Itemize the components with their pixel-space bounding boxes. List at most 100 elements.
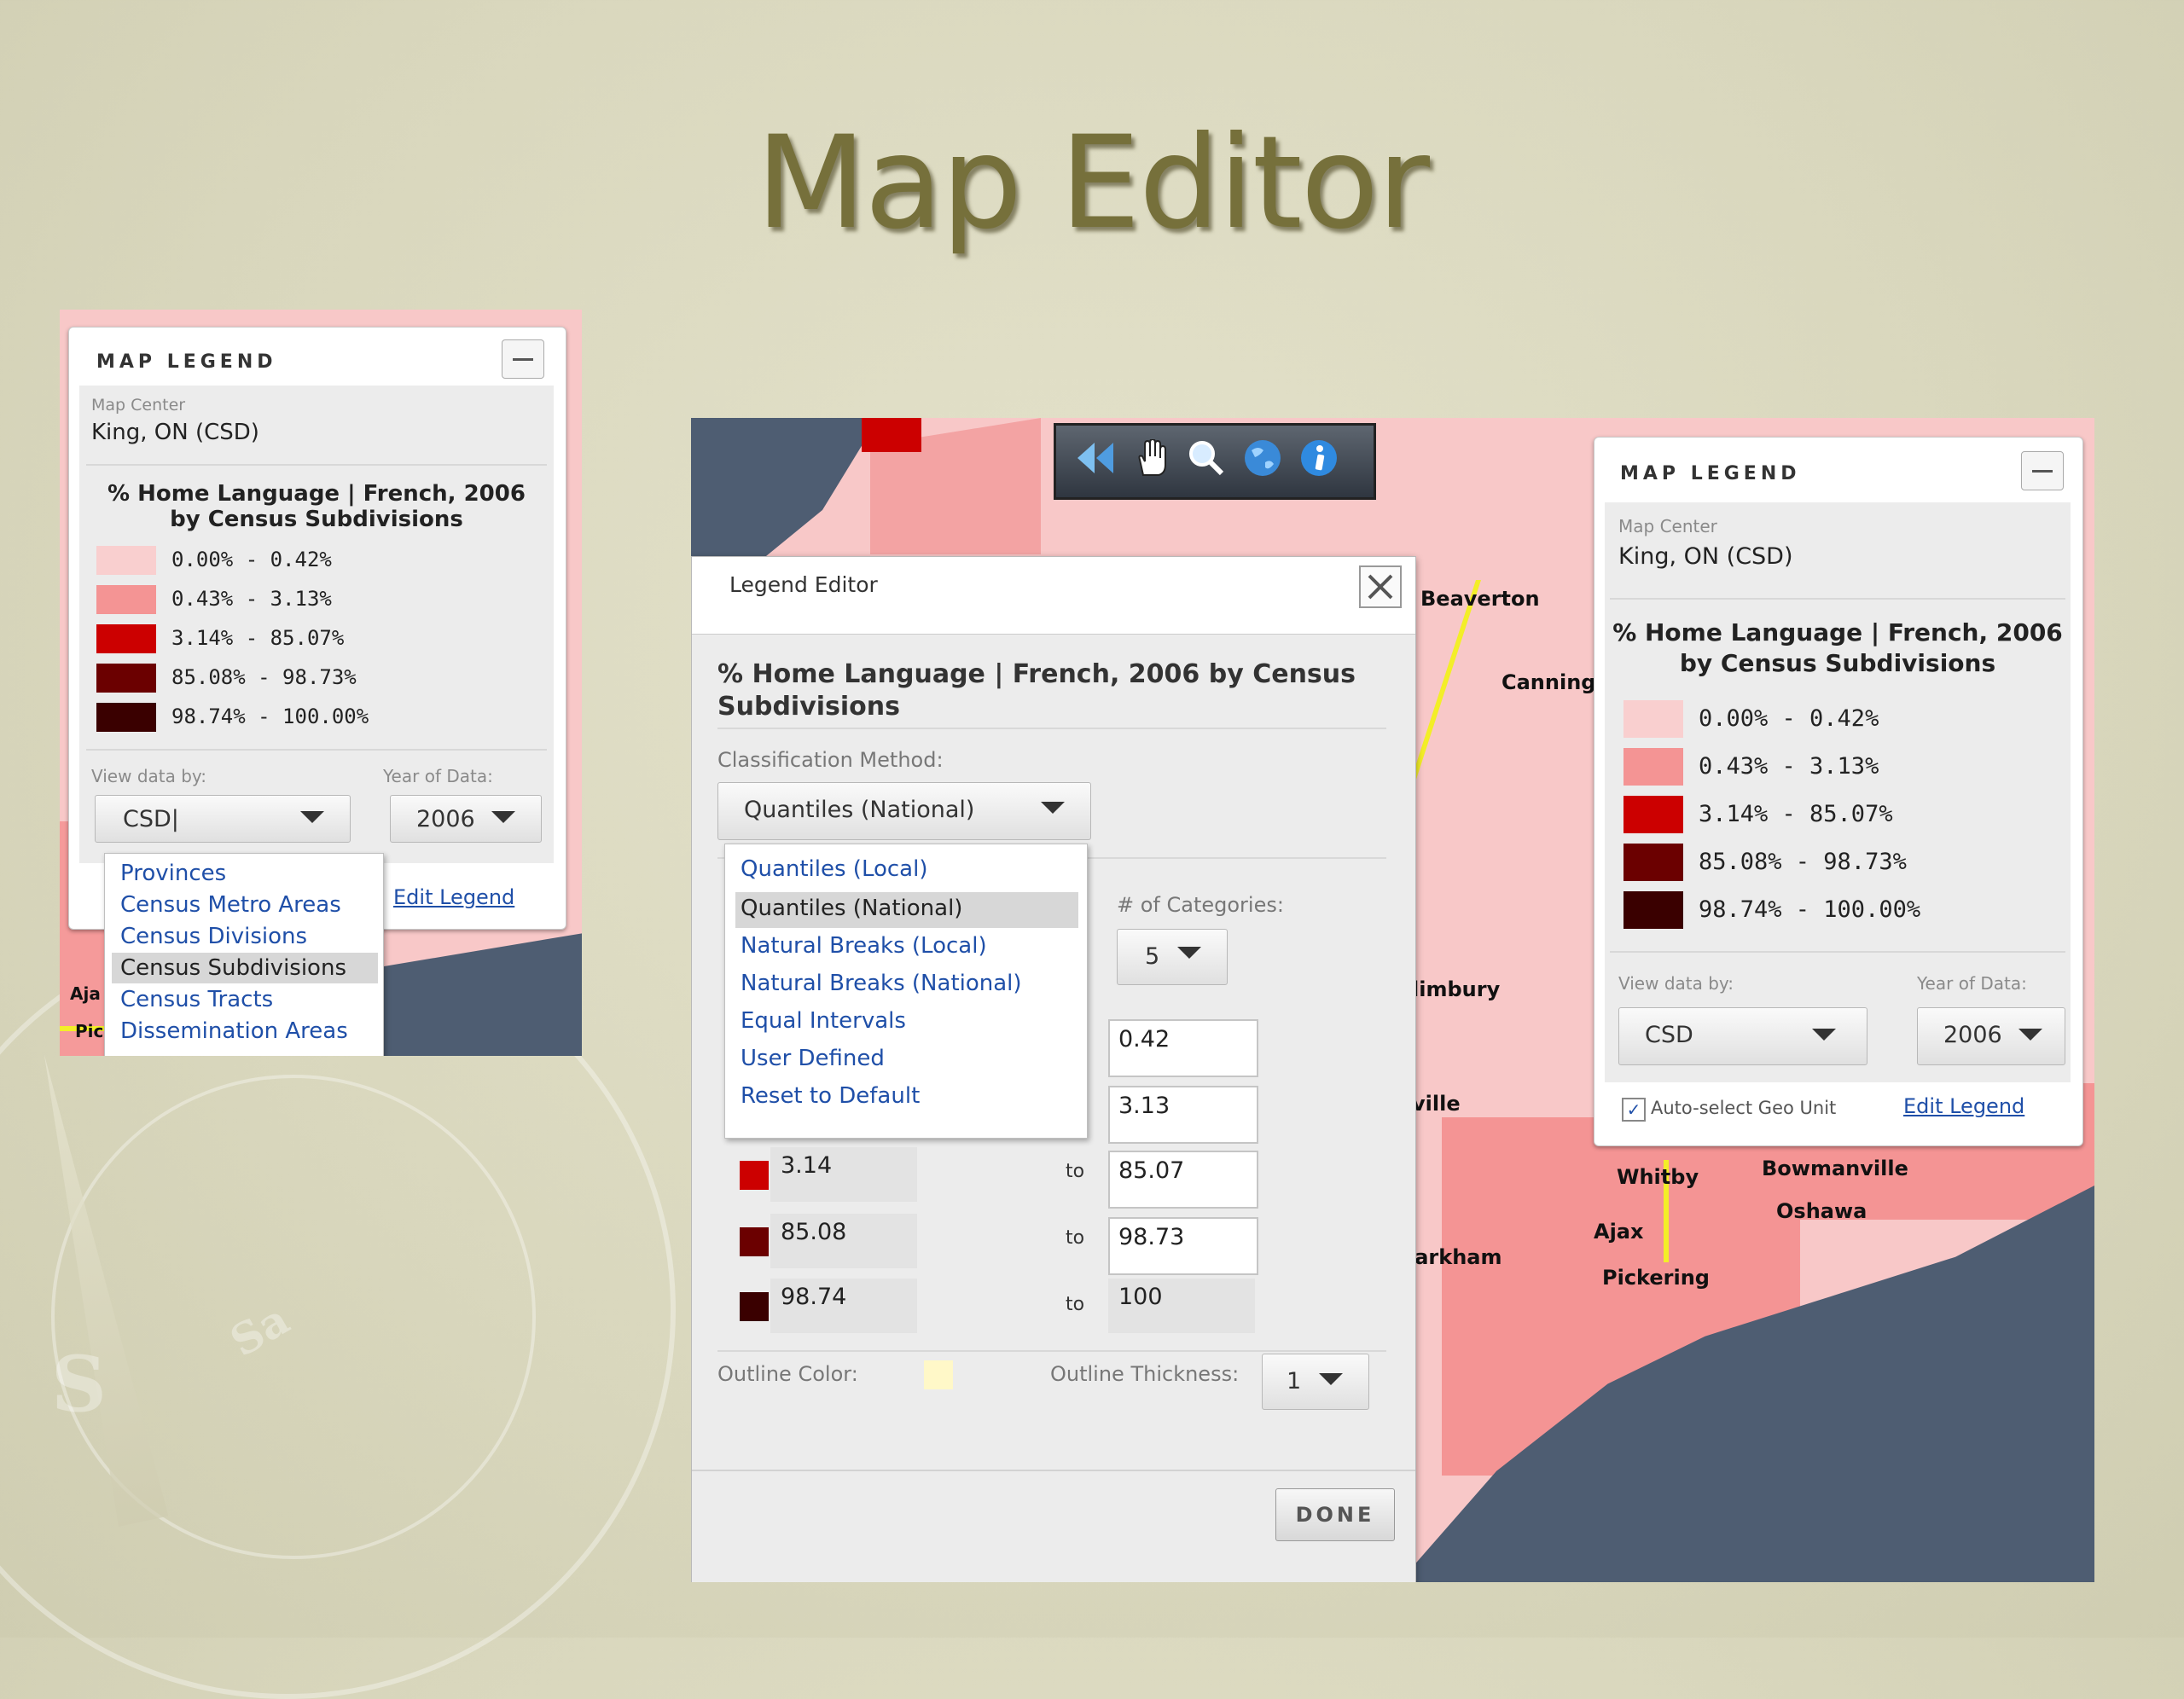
color-swatch bbox=[1623, 891, 1683, 929]
range-from-field: 3.14 bbox=[770, 1147, 917, 1202]
outline-thickness-label: Outline Thickness: bbox=[1050, 1362, 1240, 1386]
chevron-down-icon bbox=[1041, 802, 1065, 814]
outline-color-swatch[interactable] bbox=[924, 1360, 953, 1389]
main-map[interactable]: Beaverton Canningt limbury ville Whitby … bbox=[691, 418, 2094, 1582]
map-center-value: King, ON (CSD) bbox=[91, 420, 259, 445]
range-to-value: 100 bbox=[1118, 1284, 1163, 1310]
method-option[interactable]: Quantiles (Local) bbox=[741, 856, 927, 882]
categories-value: 5 bbox=[1145, 943, 1160, 970]
editor-heading-line2: Subdivisions bbox=[717, 692, 900, 722]
dropdown-option-census-tracts[interactable]: Census Tracts bbox=[120, 987, 273, 1012]
map-place-label: Whitby bbox=[1617, 1165, 1699, 1189]
color-swatch bbox=[96, 664, 156, 693]
year-select[interactable]: 2006 bbox=[390, 795, 542, 843]
view-data-value: CSD| bbox=[123, 806, 179, 832]
slide-title: Map Editor bbox=[755, 109, 1430, 258]
categories-select[interactable]: 5 bbox=[1117, 929, 1228, 985]
outline-thickness-value: 1 bbox=[1287, 1368, 1302, 1395]
lake-water bbox=[691, 418, 879, 571]
outline-thickness-select[interactable]: 1 bbox=[1262, 1354, 1369, 1410]
map-place-label: Aja bbox=[70, 983, 101, 1004]
map-legend-panel: MAP LEGEND Map Center King, ON (CSD) % H… bbox=[1594, 437, 2083, 1146]
classification-value: Quantiles (National) bbox=[744, 797, 975, 823]
color-swatch bbox=[96, 546, 156, 575]
range-to-input[interactable]: 0.42 bbox=[1108, 1019, 1258, 1077]
year-select[interactable]: 2006 bbox=[1917, 1007, 2065, 1065]
minimize-button[interactable] bbox=[502, 339, 544, 379]
classification-select[interactable]: Quantiles (National) bbox=[717, 782, 1091, 840]
class-color-swatch[interactable] bbox=[740, 1292, 769, 1321]
color-swatch bbox=[96, 703, 156, 732]
to-label: to bbox=[1066, 1161, 1085, 1182]
dropdown-option-provinces[interactable]: Provinces bbox=[120, 861, 226, 886]
range-to-input[interactable]: 85.07 bbox=[1108, 1151, 1258, 1209]
dropdown-option-census-subdivisions[interactable]: Census Subdivisions bbox=[120, 955, 346, 981]
map-legend-panel: MAP LEGEND Map Center King, ON (CSD) % H… bbox=[68, 327, 566, 930]
map-place-label: Oshawa bbox=[1776, 1199, 1867, 1223]
range-label: 98.74% - 100.00% bbox=[171, 705, 369, 728]
method-option[interactable]: Natural Breaks (Local) bbox=[741, 933, 987, 959]
range-from-field: 85.08 bbox=[770, 1214, 917, 1268]
divider bbox=[1610, 598, 2065, 600]
left-map[interactable]: Aja Pic MAP LEGEND Map Center King, ON (… bbox=[60, 310, 582, 1056]
method-option[interactable]: User Defined bbox=[741, 1046, 885, 1071]
legend-body: Map Center King, ON (CSD) % Home Languag… bbox=[1605, 502, 2071, 1082]
divider bbox=[717, 728, 1386, 729]
method-option[interactable]: Reset to Default bbox=[741, 1083, 920, 1109]
legend-header: MAP LEGEND bbox=[1620, 463, 1801, 484]
range-to-input[interactable]: 98.73 bbox=[1108, 1217, 1258, 1275]
range-label: 85.08% - 98.73% bbox=[1699, 849, 1907, 875]
view-data-dropdown: Provinces Census Metro Areas Census Divi… bbox=[104, 853, 384, 1056]
rewind-icon[interactable] bbox=[1075, 438, 1116, 478]
close-button[interactable] bbox=[1359, 565, 1402, 608]
color-swatch bbox=[1623, 700, 1683, 738]
view-data-label: View data by: bbox=[91, 766, 207, 786]
chevron-down-icon bbox=[2018, 1029, 2042, 1041]
map-center-label: Map Center bbox=[1618, 516, 1717, 536]
dropdown-option-dissemination-areas[interactable]: Dissemination Areas bbox=[120, 1018, 348, 1044]
year-value: 2006 bbox=[1943, 1022, 2002, 1048]
range-to-value: 3.13 bbox=[1118, 1093, 1170, 1119]
view-data-select[interactable]: CSD| bbox=[95, 795, 351, 843]
legend-title-line2: by Census Subdivisions bbox=[1679, 649, 1996, 677]
class-color-swatch[interactable] bbox=[740, 1161, 769, 1190]
map-center-label: Map Center bbox=[91, 396, 186, 415]
view-data-select[interactable]: CSD bbox=[1618, 1007, 1867, 1065]
method-option[interactable]: Equal Intervals bbox=[741, 1008, 906, 1034]
legend-title-line1: % Home Language | French, 2006 bbox=[107, 481, 526, 507]
zoom-icon[interactable] bbox=[1186, 438, 1227, 478]
color-swatch bbox=[96, 585, 156, 614]
range-label: 3.14% - 85.07% bbox=[171, 626, 345, 650]
year-value: 2006 bbox=[416, 806, 475, 832]
class-color-swatch[interactable] bbox=[740, 1227, 769, 1256]
compass-letter-s: S bbox=[51, 1339, 107, 1429]
categories-label: # of Categories: bbox=[1117, 893, 1284, 917]
minus-icon bbox=[513, 358, 533, 361]
dropdown-option-census-divisions[interactable]: Census Divisions bbox=[120, 924, 307, 949]
range-from-value: 85.08 bbox=[781, 1219, 847, 1245]
hand-pan-icon[interactable] bbox=[1131, 438, 1172, 478]
map-center-value: King, ON (CSD) bbox=[1618, 543, 1793, 570]
chevron-down-icon bbox=[1319, 1373, 1343, 1385]
range-to-input[interactable]: 3.13 bbox=[1108, 1086, 1258, 1144]
classification-dropdown: Quantiles (Local) Quantiles (National) N… bbox=[724, 844, 1088, 1139]
close-icon bbox=[1368, 574, 1393, 600]
range-to-value: 85.07 bbox=[1118, 1157, 1185, 1184]
map-place-label: ville bbox=[1412, 1092, 1461, 1116]
map-place-label: Beaverton bbox=[1420, 587, 1540, 611]
color-swatch bbox=[1623, 796, 1683, 833]
minimize-button[interactable] bbox=[2021, 451, 2064, 490]
map-place-label: Pic bbox=[75, 1021, 104, 1041]
dropdown-option-census-metro-areas[interactable]: Census Metro Areas bbox=[120, 892, 341, 918]
edit-legend-link[interactable]: Edit Legend bbox=[1903, 1094, 2024, 1118]
done-button[interactable]: DONE bbox=[1275, 1488, 1395, 1541]
info-icon[interactable] bbox=[1298, 438, 1339, 478]
method-option[interactable]: Natural Breaks (National) bbox=[741, 971, 1022, 996]
edit-legend-link[interactable]: Edit Legend bbox=[393, 885, 514, 909]
chevron-down-icon bbox=[1812, 1029, 1836, 1041]
range-to-value: 98.73 bbox=[1118, 1224, 1185, 1250]
globe-icon[interactable] bbox=[1242, 438, 1283, 478]
color-swatch bbox=[96, 624, 156, 653]
method-option[interactable]: Quantiles (National) bbox=[741, 896, 962, 921]
autoselect-checkbox[interactable]: ✓ bbox=[1622, 1098, 1646, 1122]
